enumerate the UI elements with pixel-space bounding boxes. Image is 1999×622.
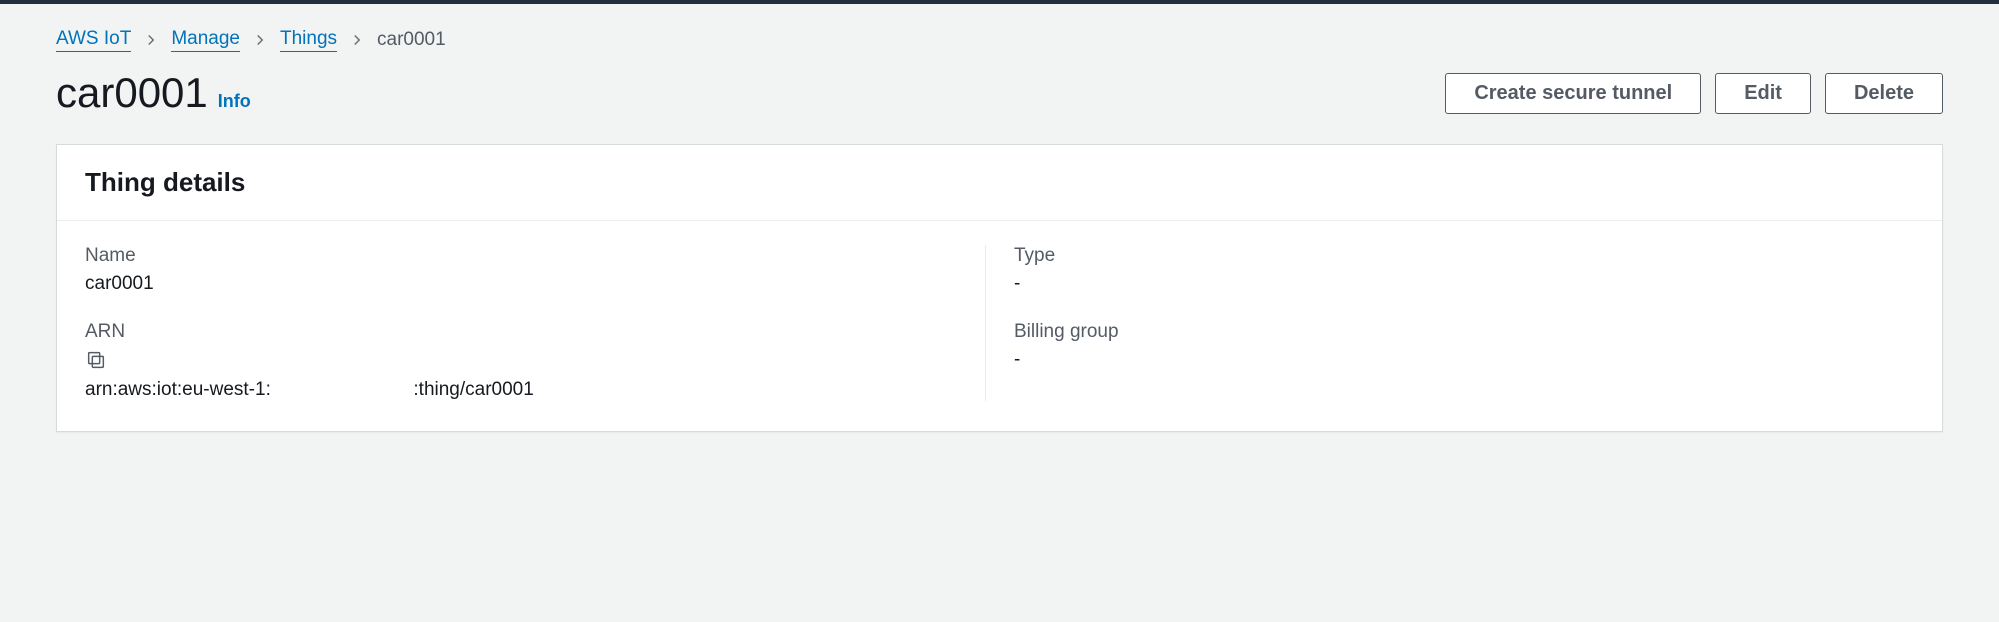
chevron-right-icon	[351, 34, 363, 46]
page-title-wrap: car0001 Info	[56, 70, 251, 116]
panel-body: Name car0001 ARN arn:aws:iot:eu-west-1:	[57, 221, 1942, 431]
field-billing-group: Billing group -	[1014, 321, 1914, 371]
delete-button[interactable]: Delete	[1825, 73, 1943, 114]
page-title: car0001	[56, 70, 208, 116]
chevron-right-icon	[145, 34, 157, 46]
panel-header: Thing details	[57, 145, 1942, 221]
type-value: -	[1014, 273, 1914, 295]
info-link[interactable]: Info	[218, 91, 251, 112]
panel-title: Thing details	[85, 167, 1914, 198]
billing-group-value: -	[1014, 349, 1914, 371]
field-type: Type -	[1014, 245, 1914, 295]
breadcrumb: AWS IoT Manage Things car0001	[56, 28, 1943, 52]
page-header: car0001 Info Create secure tunnel Edit D…	[56, 70, 1943, 116]
field-name: Name car0001	[85, 245, 985, 295]
copy-icon[interactable]	[85, 349, 985, 371]
chevron-right-icon	[254, 34, 266, 46]
details-col-right: Type - Billing group -	[985, 245, 1914, 401]
breadcrumb-current: car0001	[377, 29, 446, 51]
edit-button[interactable]: Edit	[1715, 73, 1811, 114]
details-col-left: Name car0001 ARN arn:aws:iot:eu-west-1:	[85, 245, 985, 401]
thing-details-panel: Thing details Name car0001 ARN	[56, 144, 1943, 432]
arn-value: arn:aws:iot:eu-west-1: :thing/car0001	[85, 379, 985, 401]
name-value: car0001	[85, 273, 985, 295]
page-content: AWS IoT Manage Things car0001 car0001 In…	[0, 4, 1999, 472]
header-actions: Create secure tunnel Edit Delete	[1445, 73, 1943, 114]
type-label: Type	[1014, 245, 1914, 267]
breadcrumb-aws-iot[interactable]: AWS IoT	[56, 28, 131, 52]
field-arn: ARN arn:aws:iot:eu-west-1: :thing/car000…	[85, 321, 985, 401]
breadcrumb-manage[interactable]: Manage	[171, 28, 240, 52]
create-secure-tunnel-button[interactable]: Create secure tunnel	[1445, 73, 1701, 114]
arn-label: ARN	[85, 321, 985, 343]
name-label: Name	[85, 245, 985, 267]
billing-group-label: Billing group	[1014, 321, 1914, 343]
breadcrumb-things[interactable]: Things	[280, 28, 337, 52]
